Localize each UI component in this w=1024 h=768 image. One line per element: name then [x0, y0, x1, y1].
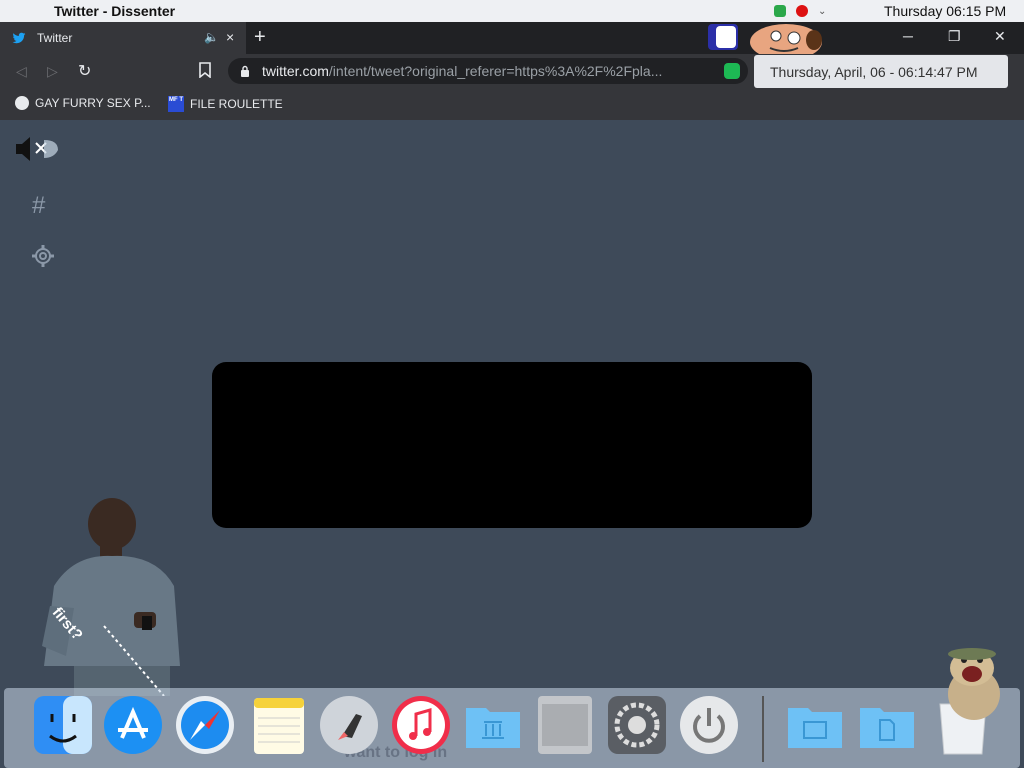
twitter-bird-icon	[12, 32, 26, 44]
reload-button[interactable]: ↻	[78, 61, 91, 81]
bookmark-label: GAY FURRY SEX P...	[35, 96, 151, 110]
tray-chevron-icon[interactable]: ⌄	[818, 6, 826, 17]
finder-icon[interactable]	[32, 694, 94, 756]
tab-close-icon[interactable]: ×	[226, 29, 234, 45]
person-sticker: first?	[42, 498, 180, 696]
globe-icon	[15, 96, 29, 110]
clock-tooltip: Thursday, April, 06 - 06:14:47 PM	[754, 55, 1008, 88]
minimize-button[interactable]: ─	[903, 28, 913, 44]
tab-audio-icon[interactable]: 🔈	[204, 30, 219, 44]
applications-folder-icon[interactable]	[784, 694, 846, 756]
system-preferences-icon[interactable]	[606, 694, 668, 756]
mft-icon: MF T	[168, 96, 184, 112]
tab-twitter[interactable]: Twitter 🔈 ×	[0, 22, 246, 54]
status-tray: ⌄	[774, 5, 826, 17]
back-button[interactable]: ◁	[16, 63, 27, 80]
bookmarks-bar: GAY FURRY SEX P... MF T FILE ROULETTE	[0, 88, 1024, 120]
dock-separator	[762, 696, 764, 762]
app-store-icon[interactable]	[102, 694, 164, 756]
bookmark-item-1[interactable]: GAY FURRY SEX P...	[15, 96, 151, 110]
url-text[interactable]: twitter.com/intent/tweet?original_refere…	[262, 63, 662, 79]
seal-sticker	[948, 648, 1000, 720]
documents-folder-icon[interactable]	[856, 694, 918, 756]
power-icon[interactable]	[678, 694, 740, 756]
lock-icon[interactable]	[240, 65, 250, 77]
settings-gear-icon[interactable]	[31, 244, 55, 268]
mac-pro-icon[interactable]	[534, 694, 596, 756]
extension-icon[interactable]	[724, 63, 740, 79]
bookmark-item-2[interactable]: MF T FILE ROULETTE	[168, 96, 283, 112]
mute-speaker-icon[interactable]	[14, 134, 60, 164]
tray-record-icon[interactable]	[796, 5, 808, 17]
tab-label: Twitter	[37, 31, 73, 45]
app-title: Twitter - Dissenter	[54, 3, 176, 19]
restore-button[interactable]: ❐	[948, 28, 961, 45]
close-window-button[interactable]: ✕	[994, 28, 1006, 45]
address-bar[interactable]: twitter.com/intent/tweet?original_refere…	[228, 58, 748, 84]
launchpad-icon[interactable]	[318, 694, 380, 756]
menubar-clock[interactable]: Thursday 06:15 PM	[884, 3, 1006, 19]
mac-menu-bar: Twitter - Dissenter ⌄ Thursday 06:15 PM	[0, 0, 1024, 22]
forward-button[interactable]: ▷	[47, 63, 58, 80]
blank-dialog-panel	[212, 362, 812, 528]
browser-tab-strip: Twitter 🔈 × + ─ ❐ ✕	[0, 22, 1024, 54]
hashtag-icon[interactable]: #	[32, 192, 45, 220]
notes-icon[interactable]	[248, 694, 310, 756]
mac-dock: want to log in	[4, 688, 1020, 768]
new-tab-button[interactable]: +	[254, 26, 266, 49]
itunes-icon[interactable]	[390, 694, 452, 756]
bookmark-label: FILE ROULETTE	[190, 97, 283, 111]
library-folder-icon[interactable]	[462, 694, 524, 756]
bookmark-icon[interactable]	[198, 62, 212, 78]
tray-green-icon[interactable]	[774, 5, 786, 17]
safari-icon[interactable]	[174, 694, 236, 756]
